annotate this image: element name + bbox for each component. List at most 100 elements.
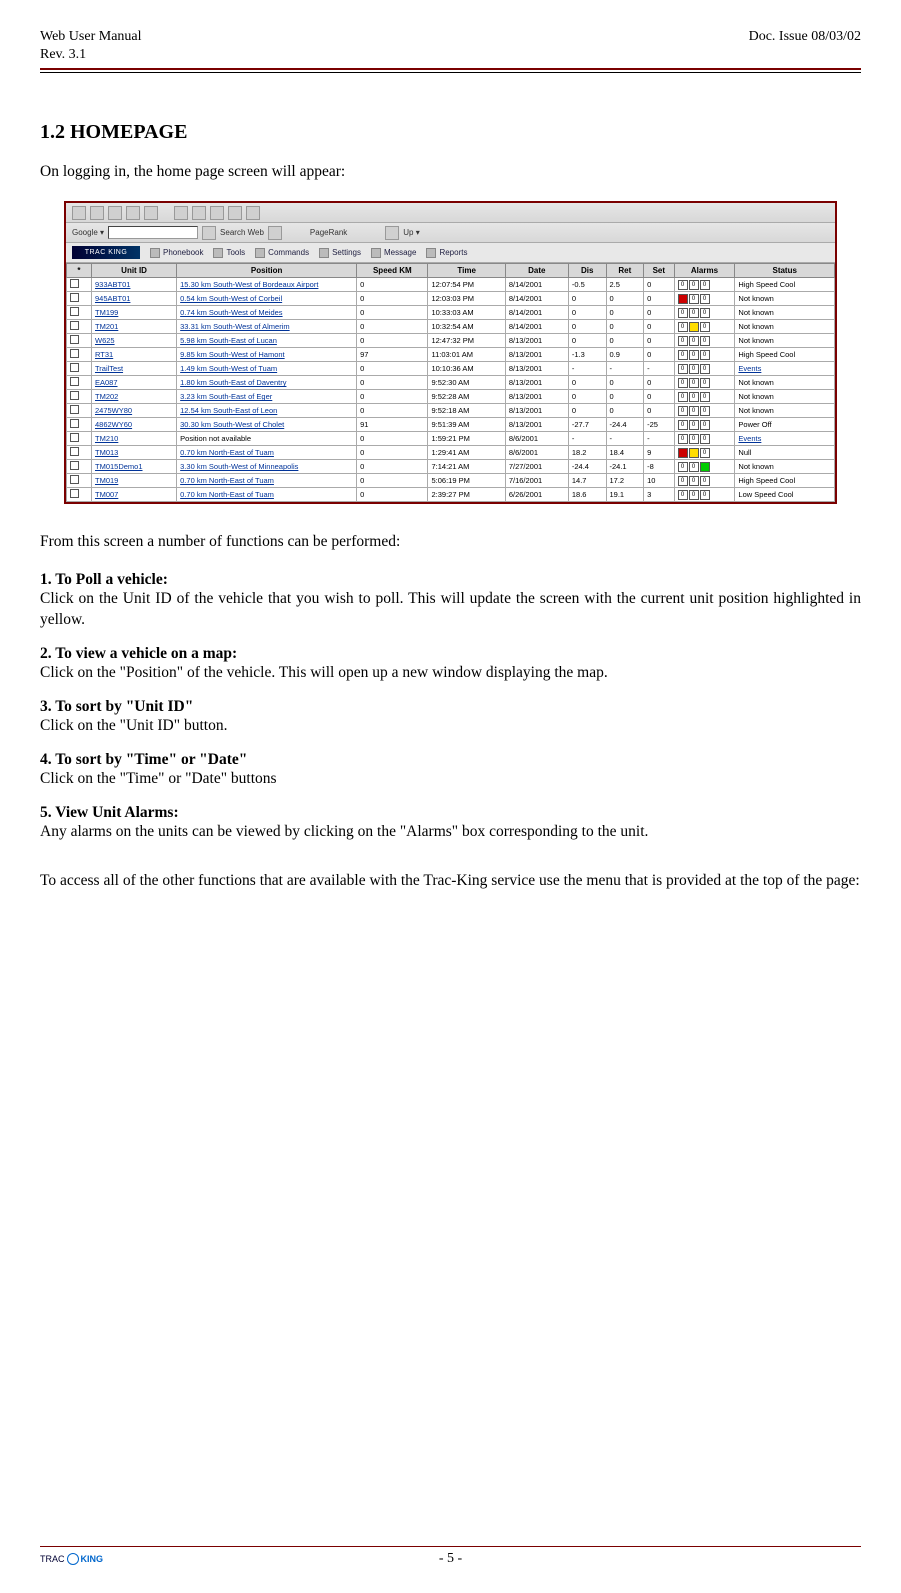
up-label[interactable]: Up ▾	[403, 228, 419, 237]
alarm-box[interactable]: 0	[689, 364, 699, 374]
alarm-box[interactable]: 0	[678, 364, 688, 374]
row-checkbox[interactable]	[67, 362, 92, 376]
menu-phonebook[interactable]: Phonebook	[150, 248, 203, 258]
alarm-box[interactable]: 0	[689, 434, 699, 444]
col-unitid[interactable]: Unit ID	[91, 264, 176, 278]
row-checkbox[interactable]	[67, 334, 92, 348]
col-status[interactable]: Status	[735, 264, 835, 278]
col-set[interactable]: Set	[644, 264, 674, 278]
nav-mail-icon[interactable]	[228, 206, 242, 220]
alarm-box[interactable]: 0	[689, 280, 699, 290]
cell-position[interactable]: 1.49 km South-West of Tuam	[177, 362, 357, 376]
row-checkbox[interactable]	[67, 376, 92, 390]
cell-alarms[interactable]: 000	[674, 432, 735, 446]
cell-alarms[interactable]: 000	[674, 418, 735, 432]
alarm-box[interactable]: 0	[700, 308, 710, 318]
alarm-box[interactable]: 0	[678, 280, 688, 290]
nav-refresh-icon[interactable]	[126, 206, 140, 220]
cell-position[interactable]: 12.54 km South-East of Leon	[177, 404, 357, 418]
alarm-box[interactable]: 0	[700, 448, 710, 458]
alarm-box[interactable]	[678, 294, 688, 304]
cell-unitid[interactable]: 2475WY80	[91, 404, 176, 418]
cell-alarms[interactable]: 000	[674, 404, 735, 418]
cell-position[interactable]: 5.98 km South-East of Lucan	[177, 334, 357, 348]
google-search-input[interactable]	[108, 226, 198, 239]
alarm-box[interactable]: 0	[678, 336, 688, 346]
alarm-box[interactable]: 0	[689, 490, 699, 500]
alarm-box[interactable]: 0	[678, 392, 688, 402]
alarm-box[interactable]: 0	[678, 406, 688, 416]
row-checkbox[interactable]	[67, 488, 92, 502]
col-dis[interactable]: Dis	[568, 264, 606, 278]
cell-position[interactable]: 15.30 km South-West of Bordeaux Airport	[177, 278, 357, 292]
alarm-box[interactable]: 0	[700, 322, 710, 332]
alarm-box[interactable]	[689, 448, 699, 458]
alarm-box[interactable]: 0	[678, 308, 688, 318]
alarm-box[interactable]: 0	[678, 476, 688, 486]
cell-position[interactable]: 3.23 km South-East of Eger	[177, 390, 357, 404]
alarm-box[interactable]: 0	[689, 392, 699, 402]
alarm-box[interactable]: 0	[689, 294, 699, 304]
cell-unitid[interactable]: TM199	[91, 306, 176, 320]
alarm-box[interactable]: 0	[700, 490, 710, 500]
cell-unitid[interactable]: TrailTest	[91, 362, 176, 376]
cell-unitid[interactable]: TM210	[91, 432, 176, 446]
cell-alarms[interactable]: 000	[674, 278, 735, 292]
row-checkbox[interactable]	[67, 292, 92, 306]
cell-unitid[interactable]: TM015Demo1	[91, 460, 176, 474]
cell-unitid[interactable]: 945ABT01	[91, 292, 176, 306]
cell-position[interactable]: 0.70 km North-East of Tuam	[177, 474, 357, 488]
nav-search-icon[interactable]	[174, 206, 188, 220]
alarm-box[interactable]: 0	[678, 350, 688, 360]
row-checkbox[interactable]	[67, 278, 92, 292]
alarm-box[interactable]: 0	[678, 420, 688, 430]
cell-unitid[interactable]: TM201	[91, 320, 176, 334]
row-checkbox[interactable]	[67, 320, 92, 334]
row-checkbox[interactable]	[67, 306, 92, 320]
nav-fwd-icon[interactable]	[90, 206, 104, 220]
col-time[interactable]: Time	[428, 264, 505, 278]
menu-tools[interactable]: Tools	[213, 248, 245, 258]
alarm-box[interactable]: 0	[689, 350, 699, 360]
cell-alarms[interactable]: 000	[674, 390, 735, 404]
cell-status[interactable]: Events	[735, 432, 835, 446]
cell-alarms[interactable]: 000	[674, 348, 735, 362]
alarm-box[interactable]: 0	[700, 378, 710, 388]
alarm-box[interactable]: 0	[700, 364, 710, 374]
cell-alarms[interactable]: 00	[674, 292, 735, 306]
up-icon[interactable]	[385, 226, 399, 240]
search-web-icon[interactable]	[202, 226, 216, 240]
cell-alarms[interactable]: 000	[674, 362, 735, 376]
alarm-box[interactable]: 0	[700, 350, 710, 360]
alarm-box[interactable]: 0	[689, 476, 699, 486]
alarm-box[interactable]: 0	[678, 322, 688, 332]
alarm-box[interactable]: 0	[689, 420, 699, 430]
row-checkbox[interactable]	[67, 474, 92, 488]
row-checkbox[interactable]	[67, 418, 92, 432]
row-checkbox[interactable]	[67, 460, 92, 474]
cell-position[interactable]: 1.80 km South-East of Daventry	[177, 376, 357, 390]
cell-alarms[interactable]: 00	[674, 320, 735, 334]
menu-reports[interactable]: Reports	[426, 248, 467, 258]
row-checkbox[interactable]	[67, 446, 92, 460]
alarm-box[interactable]: 0	[689, 378, 699, 388]
alarm-box[interactable]	[689, 322, 699, 332]
menu-message[interactable]: Message	[371, 248, 416, 258]
cell-position[interactable]: 0.74 km South-West of Meides	[177, 306, 357, 320]
cell-position[interactable]: 0.70 km North-East of Tuam	[177, 488, 357, 502]
alarm-box[interactable]: 0	[689, 336, 699, 346]
row-checkbox[interactable]	[67, 404, 92, 418]
alarm-box[interactable]: 0	[678, 490, 688, 500]
alarm-box[interactable]: 0	[678, 378, 688, 388]
cell-position[interactable]: 9.85 km South-West of Hamont	[177, 348, 357, 362]
row-checkbox[interactable]	[67, 390, 92, 404]
cell-unitid[interactable]: TM019	[91, 474, 176, 488]
alarm-box[interactable]: 0	[700, 336, 710, 346]
cell-unitid[interactable]: W625	[91, 334, 176, 348]
row-checkbox[interactable]	[67, 348, 92, 362]
nav-print-icon[interactable]	[246, 206, 260, 220]
cell-position[interactable]: 0.54 km South-West of Corbeil	[177, 292, 357, 306]
cell-unitid[interactable]: TM202	[91, 390, 176, 404]
menu-commands[interactable]: Commands	[255, 248, 309, 258]
nav-stop-icon[interactable]	[108, 206, 122, 220]
